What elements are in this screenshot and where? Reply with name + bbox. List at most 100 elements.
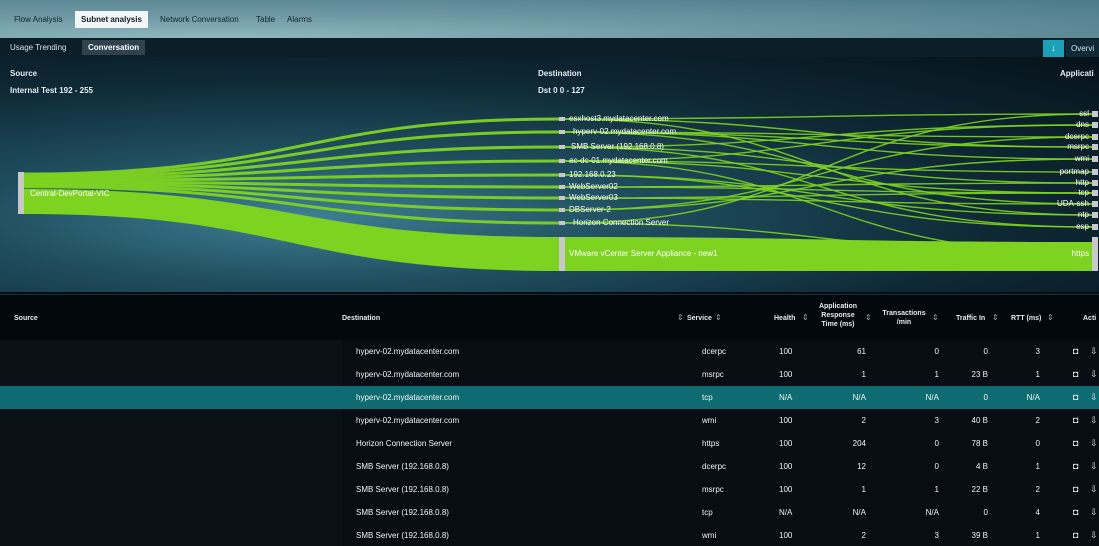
flow-link-vcenter[interactable]	[24, 189, 560, 271]
table-row[interactable]: SMB Server (192.168.0.8) dcerpc 100 12 0 4 B 1…	[342, 455, 1099, 478]
application-node-bar[interactable]	[1092, 134, 1098, 140]
flow-link[interactable]	[564, 192, 1093, 199]
destination-node-label[interactable]: hyperv-02.mydatacenter.com	[573, 127, 676, 136]
table-row[interactable]: SMB Server (192.168.0.8) msrpc 100 1 1 22 B 2 ◘…	[342, 478, 1099, 501]
snapshot-icon[interactable]: ◘	[1073, 455, 1078, 478]
application-node-bar[interactable]	[1092, 111, 1098, 117]
snapshot-icon[interactable]: ◘	[1073, 501, 1078, 524]
sort-icon[interactable]: ⇕	[715, 313, 722, 322]
destination-node-label[interactable]: DBServer-2	[569, 205, 611, 214]
source-node-label[interactable]: Central-DevPortal-VIC	[30, 189, 110, 198]
snapshot-icon[interactable]: ◘	[1073, 432, 1078, 455]
snapshot-icon[interactable]: ◘	[1073, 386, 1078, 409]
tab-table[interactable]: Table	[250, 11, 281, 28]
application-node-bar[interactable]	[1092, 237, 1098, 271]
sort-icon[interactable]: ⇕	[1047, 313, 1054, 322]
application-node-bar[interactable]	[1092, 122, 1098, 128]
download-icon[interactable]: ⇩	[1090, 432, 1098, 455]
download-icon[interactable]: ⇩	[1090, 455, 1098, 478]
destination-node-bar[interactable]	[559, 185, 565, 189]
table-row[interactable]: hyperv-02.mydatacenter.com tcp N/A N/A N/A 0 N…	[0, 386, 1099, 409]
application-node-label[interactable]: wmi	[1075, 154, 1089, 163]
application-node-bar[interactable]	[1092, 144, 1098, 150]
sort-icon[interactable]: ⇕	[677, 313, 684, 322]
application-node-label[interactable]: https	[1072, 249, 1089, 258]
tab-alarms[interactable]: Alarms	[281, 11, 318, 28]
flow-link[interactable]	[564, 186, 1093, 194]
application-node-label[interactable]: http	[1076, 178, 1089, 187]
destination-node-label[interactable]: esxhost3.mydatacenter.com	[569, 114, 669, 123]
destination-node-label[interactable]: VMware vCenter Server Appliance - new1	[569, 249, 718, 258]
download-icon[interactable]: ⇩	[1090, 363, 1098, 386]
application-node-label[interactable]: esp	[1076, 222, 1089, 231]
table-row[interactable]: hyperv-02.mydatacenter.com dcerpc 100 61 0 0 3…	[342, 340, 1099, 363]
download-icon[interactable]: ⇩	[1090, 386, 1098, 409]
snapshot-icon[interactable]: ◘	[1073, 409, 1078, 432]
col-source[interactable]: Source	[14, 314, 38, 323]
destination-node-label[interactable]: SMB Server (192.168.0.8)	[571, 142, 664, 151]
destination-node-label[interactable]: WebServer02	[569, 182, 618, 191]
sort-icon[interactable]: ⇕	[865, 313, 872, 322]
destination-node-label[interactable]: Horizon Connection Server	[573, 218, 669, 227]
application-node-bar[interactable]	[1092, 190, 1098, 196]
download-icon[interactable]: ⇩	[1090, 524, 1098, 546]
download-icon[interactable]: ⇩	[1090, 501, 1098, 524]
application-node-label[interactable]: dcerpc	[1065, 132, 1089, 141]
destination-node-bar[interactable]	[559, 145, 565, 149]
application-node-label[interactable]: msrpc	[1067, 142, 1089, 151]
destination-node-label[interactable]: WebServer03	[569, 193, 618, 202]
table-row[interactable]: Horizon Connection Server https 100 204 0 78 …	[342, 432, 1099, 455]
col-health[interactable]: Health	[774, 314, 795, 323]
destination-node-bar[interactable]	[559, 117, 565, 121]
destination-node-bar[interactable]	[559, 221, 565, 225]
application-node-label[interactable]: dns	[1076, 120, 1089, 129]
application-node-label[interactable]: ntp	[1078, 210, 1089, 219]
col-rtt[interactable]: RTT (ms)	[1011, 314, 1041, 323]
destination-node-bar[interactable]	[559, 196, 565, 200]
destination-node-bar[interactable]	[559, 208, 565, 212]
download-icon[interactable]: ⇩	[1090, 478, 1098, 501]
sort-button[interactable]: ↓	[1043, 40, 1064, 57]
source-node-bar[interactable]	[18, 172, 24, 214]
application-node-label[interactable]: ssl	[1079, 109, 1089, 118]
destination-node-bar[interactable]	[559, 159, 565, 163]
col-traffic-in[interactable]: Traffic In	[956, 314, 985, 323]
snapshot-icon[interactable]: ◘	[1073, 340, 1078, 363]
destination-node-label[interactable]: ac-dc-01.mydatacenter.com	[569, 156, 668, 165]
tab-subnet-analysis[interactable]: Subnet analysis	[75, 11, 148, 28]
table-row[interactable]: SMB Server (192.168.0.8) tcp N/A N/A N/A 0 4 ◘ ⇩	[342, 501, 1099, 524]
snapshot-icon[interactable]: ◘	[1073, 363, 1078, 386]
snapshot-icon[interactable]: ◘	[1073, 524, 1078, 546]
application-node-bar[interactable]	[1092, 169, 1098, 175]
overview-button[interactable]: Overvi	[1066, 40, 1099, 57]
vcenter-node-bar[interactable]	[559, 237, 565, 271]
col-destination[interactable]: Destination	[342, 314, 380, 323]
destination-node-label[interactable]: 192.168.0.23	[569, 170, 616, 179]
col-service[interactable]: Service	[687, 314, 712, 323]
application-node-bar[interactable]	[1092, 180, 1098, 186]
download-icon[interactable]: ⇩	[1090, 409, 1098, 432]
sort-icon[interactable]: ⇕	[992, 313, 999, 322]
table-row[interactable]: SMB Server (192.168.0.8) wmi 100 2 3 39 B 1 ◘ ⇩	[342, 524, 1099, 546]
application-node-bar[interactable]	[1092, 156, 1098, 162]
col-transactions[interactable]: Transactions /min	[875, 309, 933, 327]
tab-usage-trending[interactable]: Usage Trending	[4, 40, 72, 55]
sort-icon[interactable]: ⇕	[932, 313, 939, 322]
tab-flow-analysis[interactable]: Flow Analysis	[8, 11, 68, 28]
application-node-bar[interactable]	[1092, 224, 1098, 230]
flow-link[interactable]	[23, 117, 561, 176]
tab-network-conversation[interactable]: Network Conversation	[154, 11, 245, 28]
col-response-time[interactable]: Application Response Time (ms)	[808, 302, 868, 329]
application-node-bar[interactable]	[1092, 212, 1098, 218]
application-node-label[interactable]: portmap	[1060, 167, 1089, 176]
download-icon[interactable]: ⇩	[1090, 340, 1098, 363]
application-node-label[interactable]: UDA-ssh	[1057, 199, 1089, 208]
destination-node-bar[interactable]	[559, 130, 565, 134]
table-row[interactable]: hyperv-02.mydatacenter.com msrpc 100 1 1 23 B…	[342, 363, 1099, 386]
application-node-bar[interactable]	[1092, 201, 1098, 207]
table-row[interactable]: hyperv-02.mydatacenter.com wmi 100 2 3 40 B 2 ◘…	[342, 409, 1099, 432]
destination-node-bar[interactable]	[559, 173, 565, 177]
tab-conversation[interactable]: Conversation	[82, 40, 146, 55]
snapshot-icon[interactable]: ◘	[1073, 478, 1078, 501]
application-node-label[interactable]: tcp	[1078, 188, 1089, 197]
